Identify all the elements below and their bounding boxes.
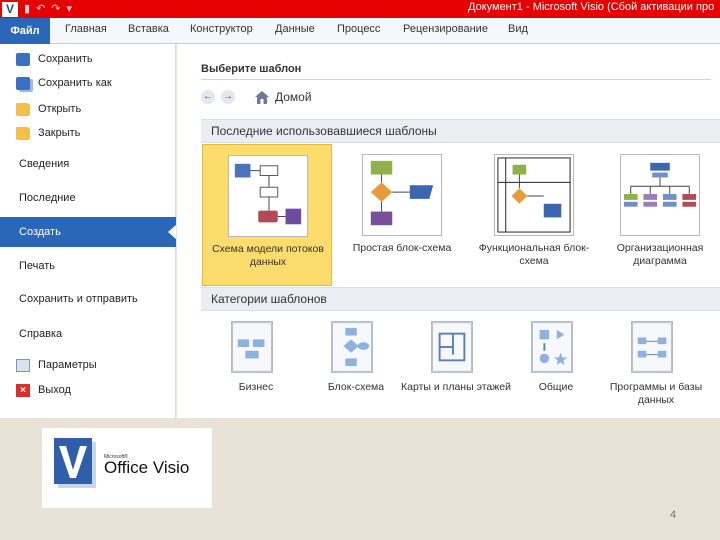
category-label: Бизнес [238,381,274,393]
template-basic-flowchart[interactable]: Простая блок-схема [337,144,467,286]
business-category-icon [231,321,273,373]
breadcrumb-home[interactable]: Домой [275,90,312,104]
menu-open[interactable]: Открыть [0,98,176,120]
menu-info[interactable]: Сведения [0,153,176,175]
category-flowchart[interactable]: Блок-схема [301,319,411,419]
template-label: Простая блок-схема [352,242,452,254]
menu-save-label: Сохранить [38,53,93,65]
tab-insert[interactable]: Вставка [128,23,169,35]
exit-icon: × [16,383,30,397]
menu-save-as[interactable]: Сохранить как [0,72,176,94]
menu-new[interactable]: Создать [0,217,176,247]
template-data-flow[interactable]: Схема модели потоков данных [202,144,332,286]
menu-save-send[interactable]: Сохранить и отправить [0,288,176,310]
menu-close-label: Закрыть [38,127,81,139]
office-visio-logo: Microsoft® Office Visio [42,428,212,508]
menu-save[interactable]: Сохранить [0,48,176,70]
visio-app-icon[interactable]: V [2,1,18,17]
menu-exit[interactable]: × Выход [0,379,176,401]
save-as-icon [16,76,30,90]
customize-toolbar-icon[interactable]: ▾ [67,1,73,17]
quick-access-toolbar: V ▮ ↶ ↷ ▾ [2,1,72,17]
basic-flowchart-thumbnail [362,154,442,236]
menu-options[interactable]: Параметры [0,354,176,376]
close-folder-icon [16,126,30,140]
recent-templates-header: Последние использовавшиеся шаблоны [201,119,720,143]
logo-product-name: Office Visio [104,458,190,477]
category-business[interactable]: Бизнес [201,319,311,419]
category-label: Общие [538,381,574,393]
category-maps-floorplans[interactable]: Карты и планы этажей [401,319,511,419]
forward-arrow-icon[interactable]: → [221,90,235,104]
menu-close[interactable]: Закрыть [0,122,176,144]
tab-review[interactable]: Рецензирование [403,23,488,35]
redo-icon[interactable]: ↷ [51,1,60,17]
software-databases-category-icon [631,321,673,373]
undo-icon[interactable]: ↶ [36,1,45,17]
template-gallery: Выберите шаблон ← → Домой Последние испо… [177,44,720,418]
category-general[interactable]: Общие [501,319,611,419]
save-icon [16,52,30,66]
breadcrumb: ← → Домой [201,90,720,104]
template-label: Функциональная блок-схема [478,242,590,267]
category-label: Блок-схема [327,381,385,393]
tab-home[interactable]: Главная [65,23,107,35]
template-label: Схема модели потоков данных [212,243,324,268]
template-cross-functional[interactable]: Функциональная блок-схема [469,144,599,286]
tab-design[interactable]: Конструктор [190,23,253,35]
menu-print[interactable]: Печать [0,255,176,277]
maps-floorplans-category-icon [431,321,473,373]
flowchart-category-icon [331,321,373,373]
back-arrow-icon[interactable]: ← [201,90,215,104]
page-title: Выберите шаблон [201,63,302,75]
template-org-chart[interactable]: Организационная диаграмма [595,144,720,286]
category-software-databases[interactable]: Программы и базы данных [601,319,711,419]
category-label: Программы и базы данных [609,381,703,406]
page-number: 4 [670,509,677,521]
menu-open-label: Открыть [38,103,82,115]
tab-data[interactable]: Данные [275,23,315,35]
template-categories-header: Категории шаблонов [201,287,720,311]
backstage-menu: Сохранить Сохранить как Открыть Закрыть … [0,44,176,418]
save-icon[interactable]: ▮ [24,1,30,17]
menu-options-label: Параметры [38,359,97,371]
menu-help[interactable]: Справка [0,323,176,345]
options-icon [16,358,30,372]
template-label: Организационная диаграмма [616,242,704,267]
general-category-icon [531,321,573,373]
window-title: Документ1 - Microsoft Visio (Сбой актива… [468,1,715,13]
category-label: Карты и планы этажей [401,381,511,393]
tab-file[interactable]: Файл [0,18,50,44]
menu-recent[interactable]: Последние [0,187,176,209]
org-chart-thumbnail [620,154,700,236]
ribbon-tabs: Файл Главная Вставка Конструктор Данные … [0,18,720,44]
divider [201,79,711,80]
home-icon[interactable] [255,90,269,104]
menu-exit-label: Выход [38,384,71,396]
open-folder-icon [16,102,30,116]
cross-functional-thumbnail [494,154,574,236]
data-flow-thumbnail [228,155,308,237]
title-bar: V ▮ ↶ ↷ ▾ Документ1 - Microsoft Visio (С… [0,0,720,18]
tab-view[interactable]: Вид [508,23,528,35]
tab-process[interactable]: Процесс [337,23,380,35]
visio-logo-icon [54,438,96,488]
menu-save-as-label: Сохранить как [38,77,112,89]
